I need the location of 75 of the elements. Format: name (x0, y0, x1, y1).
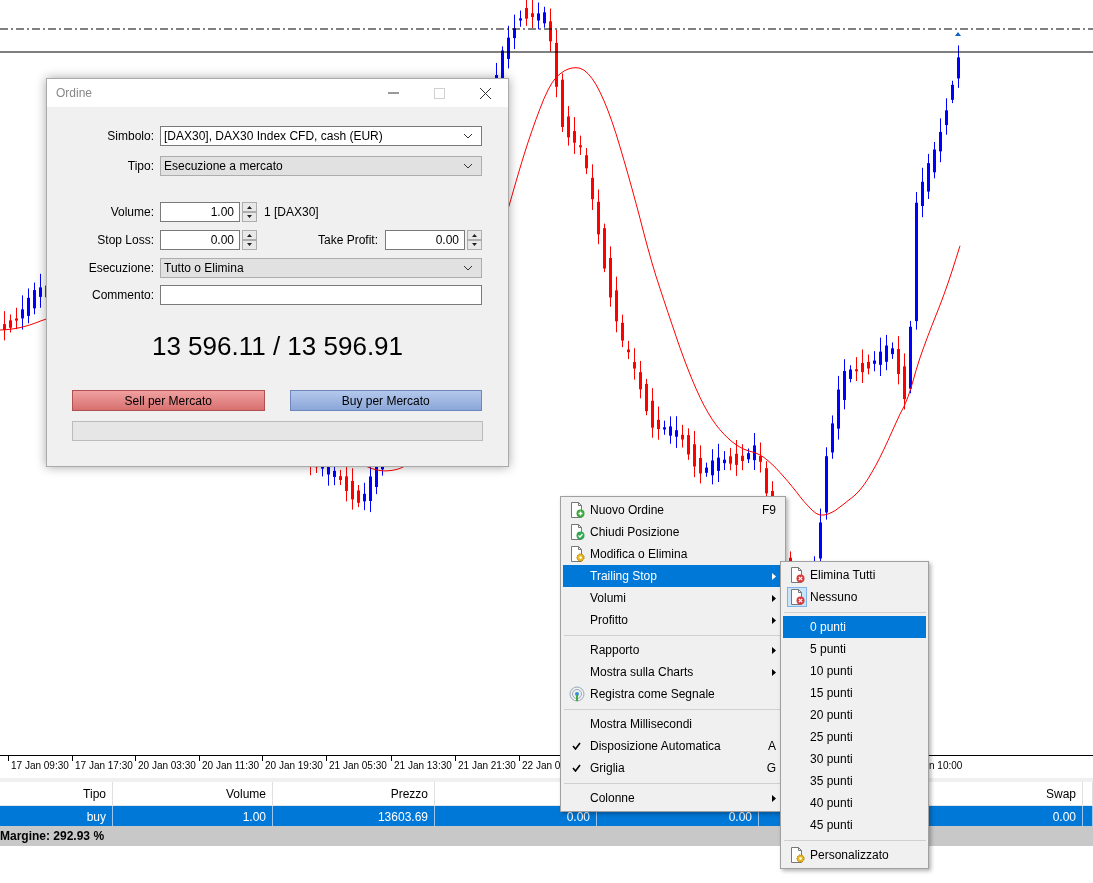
column-header[interactable]: Tipo (0, 782, 113, 805)
shortcut-label: F9 (762, 503, 776, 517)
sell-button[interactable]: Sell per Mercato (72, 390, 265, 411)
menu-item[interactable]: Personalizzato (783, 844, 926, 866)
menu-item[interactable]: Profitto (563, 609, 783, 631)
document-plus-icon (568, 502, 585, 518)
chevron-down-icon (463, 265, 473, 271)
chevron-down-icon (463, 133, 473, 139)
axis-label: 21 Jan 13:30 (394, 760, 452, 771)
price-quote: 13 596.11 / 13 596.91 (150, 331, 405, 361)
menu-item[interactable]: Registra come Segnale (563, 683, 783, 705)
field-label: Commento: (90, 288, 154, 302)
axis-label: 20 Jan 03:30 (138, 760, 196, 771)
maximize-icon (433, 87, 445, 99)
buy-button[interactable]: Buy per Mercato (289, 390, 482, 411)
window-title: Ordine (55, 86, 94, 100)
menu-item[interactable]: Elimina Tutti (783, 564, 926, 586)
menu-item[interactable]: Colonne (563, 787, 783, 809)
comment-field[interactable] (160, 285, 482, 305)
menu-item[interactable]: Nessuno (783, 586, 926, 608)
menu-item[interactable]: 30 punti (783, 748, 926, 770)
menu-item[interactable]: 10 punti (783, 660, 926, 682)
dropdown[interactable]: Esecuzione a mercato (160, 156, 482, 176)
axis-label: 21 Jan 21:30 (458, 760, 516, 771)
shortcut-label: G (766, 761, 776, 775)
field-label: Stop Loss: (96, 233, 154, 247)
field-label: Simbolo: (106, 129, 154, 143)
menu-item[interactable]: Disposizione Automatica A (563, 735, 783, 757)
menu-item[interactable]: Modifica o Elimina (563, 543, 783, 565)
menu-item[interactable]: 15 punti (783, 682, 926, 704)
axis-label: 17 Jan 09:30 (11, 760, 69, 771)
shortcut-label: A (768, 739, 776, 753)
document-check-icon (568, 524, 585, 540)
unit-label: 1 [DAX30] (264, 205, 319, 219)
menu-item[interactable]: 35 punti (783, 770, 926, 792)
field-label: Take Profit: (316, 233, 378, 247)
menu-item[interactable]: Trailing Stop (563, 565, 783, 587)
axis-label: n 10:00 (929, 760, 963, 771)
axis-label: 20 Jan 11:30 (202, 760, 260, 771)
document-gear-icon (568, 546, 585, 562)
axis-label: 22 Jan 0 (522, 760, 561, 771)
document-gear-icon (788, 847, 805, 863)
number-field[interactable]: 0.00 (385, 230, 465, 250)
menu-item[interactable]: Volumi (563, 587, 783, 609)
signal-icon (568, 686, 585, 702)
axis-label: 21 Jan 05:30 (329, 760, 387, 771)
field-label: Volume: (109, 205, 154, 219)
spin-button[interactable] (467, 230, 482, 250)
menu-item[interactable]: 5 punti (783, 638, 926, 660)
menu-item[interactable]: 25 punti (783, 726, 926, 748)
number-field[interactable]: 0.00 (160, 230, 240, 250)
document-x-icon (788, 567, 805, 583)
spin-button[interactable] (242, 230, 257, 250)
number-field[interactable]: 1.00 (160, 202, 240, 222)
close-icon (479, 87, 491, 99)
column-header[interactable]: Prezzo (273, 782, 435, 805)
menu-item[interactable]: Mostra Millisecondi (563, 713, 783, 735)
menu-item[interactable]: 0 punti (783, 616, 926, 638)
margin-level-text: Margine: 292.93 % (0, 829, 105, 843)
field-label: Tipo: (126, 159, 154, 173)
up-arrow-icon (955, 32, 961, 36)
menu-item[interactable]: Nuovo Ordine F9 (563, 499, 783, 521)
chevron-down-icon (463, 163, 473, 169)
spin-button[interactable] (242, 202, 257, 222)
combo-box[interactable]: [DAX30], DAX30 Index CFD, cash (EUR) (160, 126, 482, 146)
field-label: Esecuzione: (87, 261, 154, 275)
axis-label: 17 Jan 17:30 (75, 760, 133, 771)
menu-item[interactable]: Griglia G (563, 757, 783, 779)
menu-item[interactable]: Chiudi Posizione (563, 521, 783, 543)
menu-item[interactable]: Rapporto (563, 639, 783, 661)
dropdown[interactable]: Tutto o Elimina (160, 258, 482, 278)
menu-item[interactable]: Mostra sulla Charts (563, 661, 783, 683)
menu-item[interactable]: 20 punti (783, 704, 926, 726)
column-header[interactable]: Volume (113, 782, 273, 805)
axis-label: 20 Jan 19:30 (265, 760, 323, 771)
